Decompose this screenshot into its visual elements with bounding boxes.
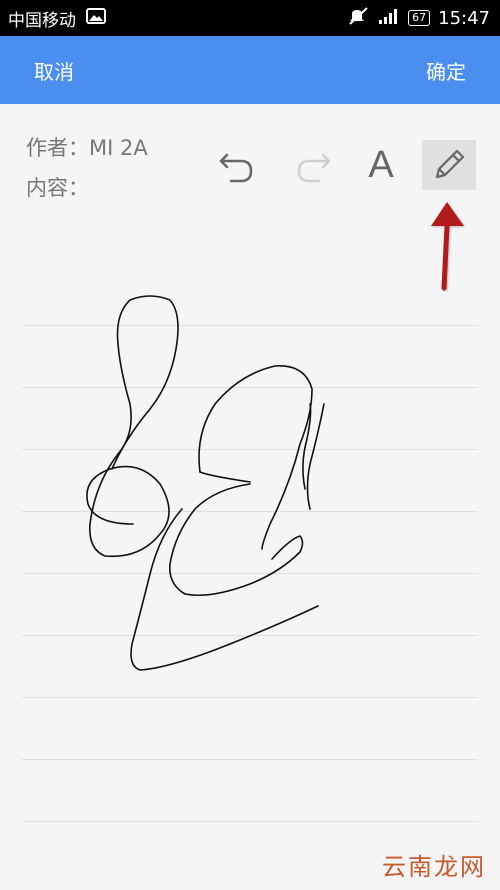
image-icon bbox=[86, 7, 106, 29]
annotation-arrow bbox=[431, 202, 464, 291]
status-bar: 中国移动 67 15:47 bbox=[0, 0, 500, 36]
carrier-name: 中国移动 bbox=[8, 10, 76, 31]
confirm-button[interactable]: 确定 bbox=[392, 56, 500, 85]
handwriting-canvas[interactable] bbox=[0, 104, 500, 704]
title-bar: 取消 确定 bbox=[0, 36, 500, 104]
signal-icon bbox=[378, 7, 400, 30]
watermark-logo: 云南龙网 bbox=[382, 853, 486, 881]
battery-icon: 67 bbox=[408, 10, 431, 26]
clock: 15:47 bbox=[438, 7, 490, 29]
cancel-button[interactable]: 取消 bbox=[0, 56, 108, 85]
mute-icon bbox=[348, 6, 370, 30]
